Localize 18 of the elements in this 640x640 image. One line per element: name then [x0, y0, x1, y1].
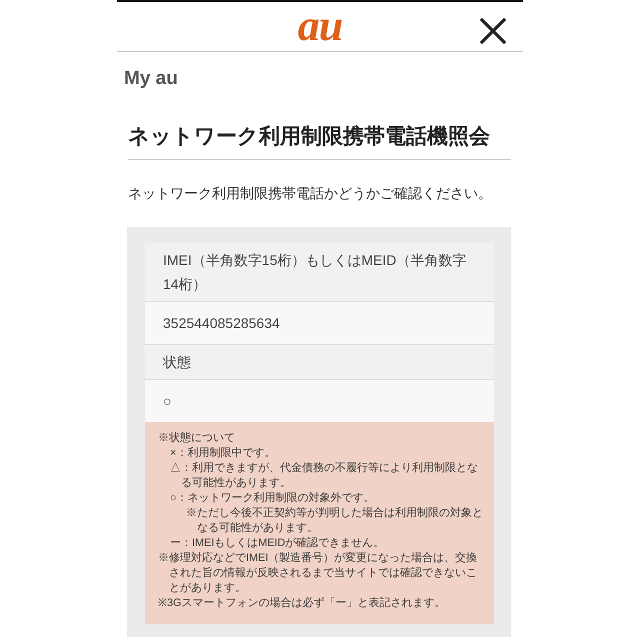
- note-text: △：利用できますが、代金債務の不履行等により利用制限となる可能性があります。: [170, 461, 479, 491]
- note-text: ※状態について: [158, 431, 236, 446]
- brand-logo[interactable]: au: [298, 6, 342, 48]
- close-icon: [480, 18, 506, 44]
- instruction-text: ネットワーク利用制限携帯電話かどうかご確認ください。: [128, 184, 492, 203]
- table-cell: ○: [145, 379, 494, 422]
- breadcrumb: My au: [124, 67, 178, 91]
- page-title: ネットワーク利用制限携帯電話機照会: [128, 124, 490, 150]
- table-header-cell: 状態: [145, 344, 494, 379]
- table-cell: 352544085285634: [145, 301, 494, 344]
- close-button[interactable]: [480, 18, 506, 44]
- note-text: ○：ネットワーク利用制限の対象外です。: [170, 491, 376, 506]
- note-text: ※ただし今後不正契約等が判明した場合は利用制限の対象となる可能性があります。: [186, 506, 484, 536]
- note-text: ※3Gスマートフォンの場合は必ず「ー」と表記されます。: [158, 596, 446, 611]
- note-text: ※修理対応などでIMEI（製造番号）が変更になった場合は、交換された旨の情報が反映されるまで当サイトでは確認できないことがあります。: [158, 551, 478, 596]
- note-text: ー：IMEIもしくはMEIDが確認できません。: [170, 536, 386, 551]
- table-header-cell: IMEI（半角数字15桁）もしくはMEID（半角数字14桁）: [145, 243, 494, 301]
- note-text: ×：利用制限中です。: [170, 446, 276, 461]
